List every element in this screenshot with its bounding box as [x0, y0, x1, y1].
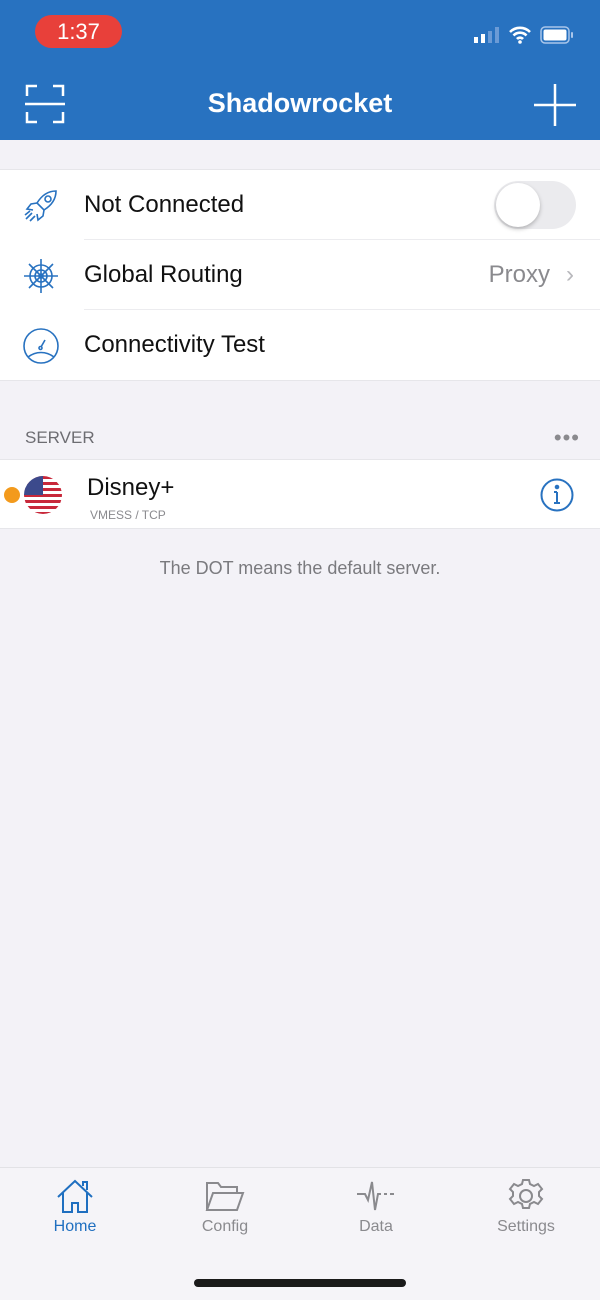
chevron-right-icon: › — [566, 261, 574, 288]
main-settings-group: Not Connected Global Routing Proxy › Con… — [0, 169, 600, 381]
status-icons — [474, 26, 574, 44]
tab-settings-label: Settings — [497, 1218, 555, 1235]
folder-icon — [205, 1182, 245, 1211]
page-title: Shadowrocket — [207, 88, 393, 118]
tab-data-label: Data — [359, 1218, 393, 1235]
add-server-button[interactable] — [534, 84, 576, 131]
tab-data[interactable]: Data — [326, 1178, 426, 1236]
tab-home[interactable]: Home — [25, 1178, 125, 1236]
speedometer-icon — [23, 328, 59, 364]
wifi-icon — [509, 26, 531, 44]
server-section-title: SERVER — [25, 428, 95, 447]
server-row[interactable]: Disney+ VMESS / TCP — [0, 459, 600, 529]
signal-icon — [474, 27, 499, 43]
nav-header: 1:37 Shadowrocket — [0, 0, 600, 140]
global-routing-label: Global Routing — [84, 261, 243, 288]
global-routing-row[interactable]: Global Routing Proxy › — [0, 240, 600, 310]
server-name: Disney+ — [87, 474, 175, 501]
connection-toggle[interactable] — [494, 181, 576, 229]
connection-status-label: Not Connected — [84, 191, 245, 218]
tab-config-label: Config — [201, 1218, 249, 1235]
info-icon[interactable] — [540, 478, 574, 512]
routing-mode-value: Proxy — [488, 261, 550, 288]
home-indicator[interactable] — [194, 1279, 406, 1287]
tab-config[interactable]: Config — [175, 1178, 275, 1236]
home-icon — [57, 1179, 93, 1213]
tab-settings[interactable]: Settings — [476, 1178, 576, 1236]
gear-icon — [508, 1179, 544, 1209]
default-server-dot — [4, 487, 20, 503]
plus-icon — [534, 84, 576, 126]
us-flag-icon — [24, 476, 62, 514]
toggle-knob — [496, 183, 540, 227]
default-server-hint: The DOT means the default server. — [159, 558, 441, 578]
pulse-icon — [357, 1181, 394, 1211]
server-protocol: VMESS / TCP — [90, 508, 166, 522]
battery-icon — [540, 26, 573, 44]
tab-home-label: Home — [53, 1218, 97, 1235]
connection-row: Not Connected — [0, 170, 600, 240]
rocket-icon — [24, 190, 57, 222]
ship-wheel-icon — [24, 259, 58, 293]
status-time: 1:37 — [35, 15, 122, 48]
connectivity-test-label: Connectivity Test — [84, 331, 265, 358]
connectivity-test-row[interactable]: Connectivity Test — [0, 310, 600, 380]
more-options-button[interactable]: ••• — [554, 425, 580, 451]
